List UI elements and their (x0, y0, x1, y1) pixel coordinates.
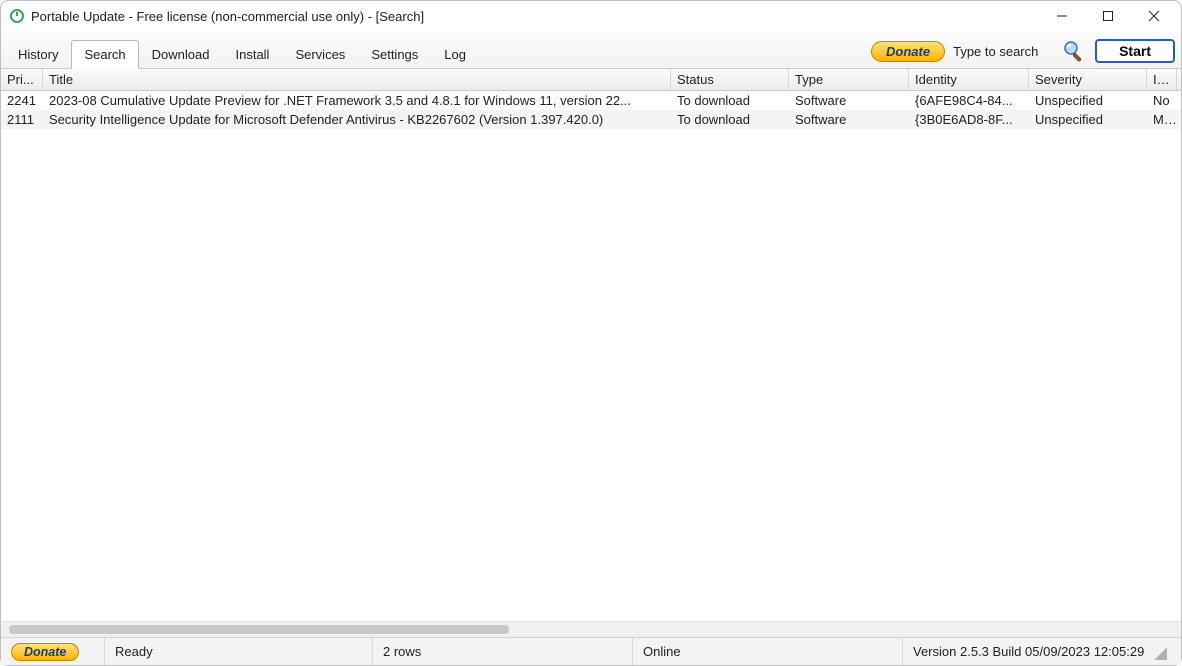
col-header-type[interactable]: Type (789, 69, 909, 90)
maximize-button[interactable] (1085, 1, 1131, 31)
tab-log[interactable]: Log (431, 40, 479, 68)
status-rows: 2 rows (373, 638, 633, 665)
tab-history[interactable]: History (5, 40, 71, 68)
cell-title: Security Intelligence Update for Microso… (43, 109, 671, 130)
cell-status: To download (671, 109, 789, 130)
titlebar: Portable Update - Free license (non-comm… (1, 1, 1181, 31)
status-online: Online (633, 638, 903, 665)
tab-label: Download (152, 47, 210, 62)
col-header-identity[interactable]: Identity (909, 69, 1029, 90)
grid-header: Pri... Title Status Type Identity Severi… (1, 69, 1181, 91)
toolbar: History Search Download Install Services… (1, 31, 1181, 69)
tab-search[interactable]: Search (71, 40, 138, 69)
col-header-installed[interactable]: Ins (1147, 69, 1177, 90)
cell-type: Software (789, 91, 909, 111)
tab-label: Install (235, 47, 269, 62)
table-row[interactable]: 2241 2023-08 Cumulative Update Preview f… (1, 91, 1181, 110)
resize-grip-icon[interactable] (1151, 644, 1167, 660)
table-row[interactable]: 2111 Security Intelligence Update for Mi… (1, 110, 1181, 129)
start-button[interactable]: Start (1095, 39, 1175, 63)
tab-label: Services (295, 47, 345, 62)
status-version: Version 2.5.3 Build 05/09/2023 12:05:29 (903, 638, 1181, 665)
scrollbar-thumb[interactable] (9, 625, 509, 634)
results-grid: Pri... Title Status Type Identity Severi… (1, 69, 1181, 637)
tab-services[interactable]: Services (282, 40, 358, 68)
col-header-priority[interactable]: Pri... (1, 69, 43, 90)
statusbar-donate-button[interactable]: Donate (11, 643, 79, 661)
tab-label: History (18, 47, 58, 62)
tab-label: Settings (371, 47, 418, 62)
cell-identity: {6AFE98C4-84... (909, 91, 1029, 111)
grid-body: 2241 2023-08 Cumulative Update Preview f… (1, 91, 1181, 621)
cell-identity: {3B0E6AD8-8F... (909, 109, 1029, 130)
horizontal-scrollbar[interactable] (1, 621, 1181, 637)
tab-label: Log (444, 47, 466, 62)
close-button[interactable] (1131, 1, 1177, 31)
statusbar: Donate Ready 2 rows Online Version 2.5.3… (1, 637, 1181, 665)
search-input[interactable]: Type to search (953, 44, 1053, 59)
tab-strip: History Search Download Install Services… (5, 40, 479, 68)
cell-severity: Unspecified (1029, 91, 1147, 111)
tab-settings[interactable]: Settings (358, 40, 431, 68)
cell-installed: Mir (1147, 109, 1177, 130)
cell-severity: Unspecified (1029, 109, 1147, 130)
status-donate-cell: Donate (1, 638, 105, 665)
cell-status: To download (671, 91, 789, 111)
cell-priority: 2111 (1, 109, 43, 130)
app-window: Portable Update - Free license (non-comm… (0, 0, 1182, 666)
tab-label: Search (84, 47, 125, 62)
col-header-status[interactable]: Status (671, 69, 789, 90)
tab-install[interactable]: Install (222, 40, 282, 68)
tab-download[interactable]: Download (139, 40, 223, 68)
cell-installed: No (1147, 91, 1177, 111)
cell-type: Software (789, 109, 909, 130)
col-header-severity[interactable]: Severity (1029, 69, 1147, 90)
status-ready: Ready (105, 638, 373, 665)
minimize-button[interactable] (1039, 1, 1085, 31)
window-title: Portable Update - Free license (non-comm… (31, 9, 424, 24)
status-version-text: Version 2.5.3 Build 05/09/2023 12:05:29 (913, 644, 1144, 659)
cell-title: 2023-08 Cumulative Update Preview for .N… (43, 91, 671, 111)
col-header-title[interactable]: Title (43, 69, 671, 90)
cell-priority: 2241 (1, 91, 43, 111)
search-icon[interactable] (1061, 38, 1087, 64)
donate-button[interactable]: Donate (871, 41, 945, 62)
app-icon (9, 8, 25, 24)
